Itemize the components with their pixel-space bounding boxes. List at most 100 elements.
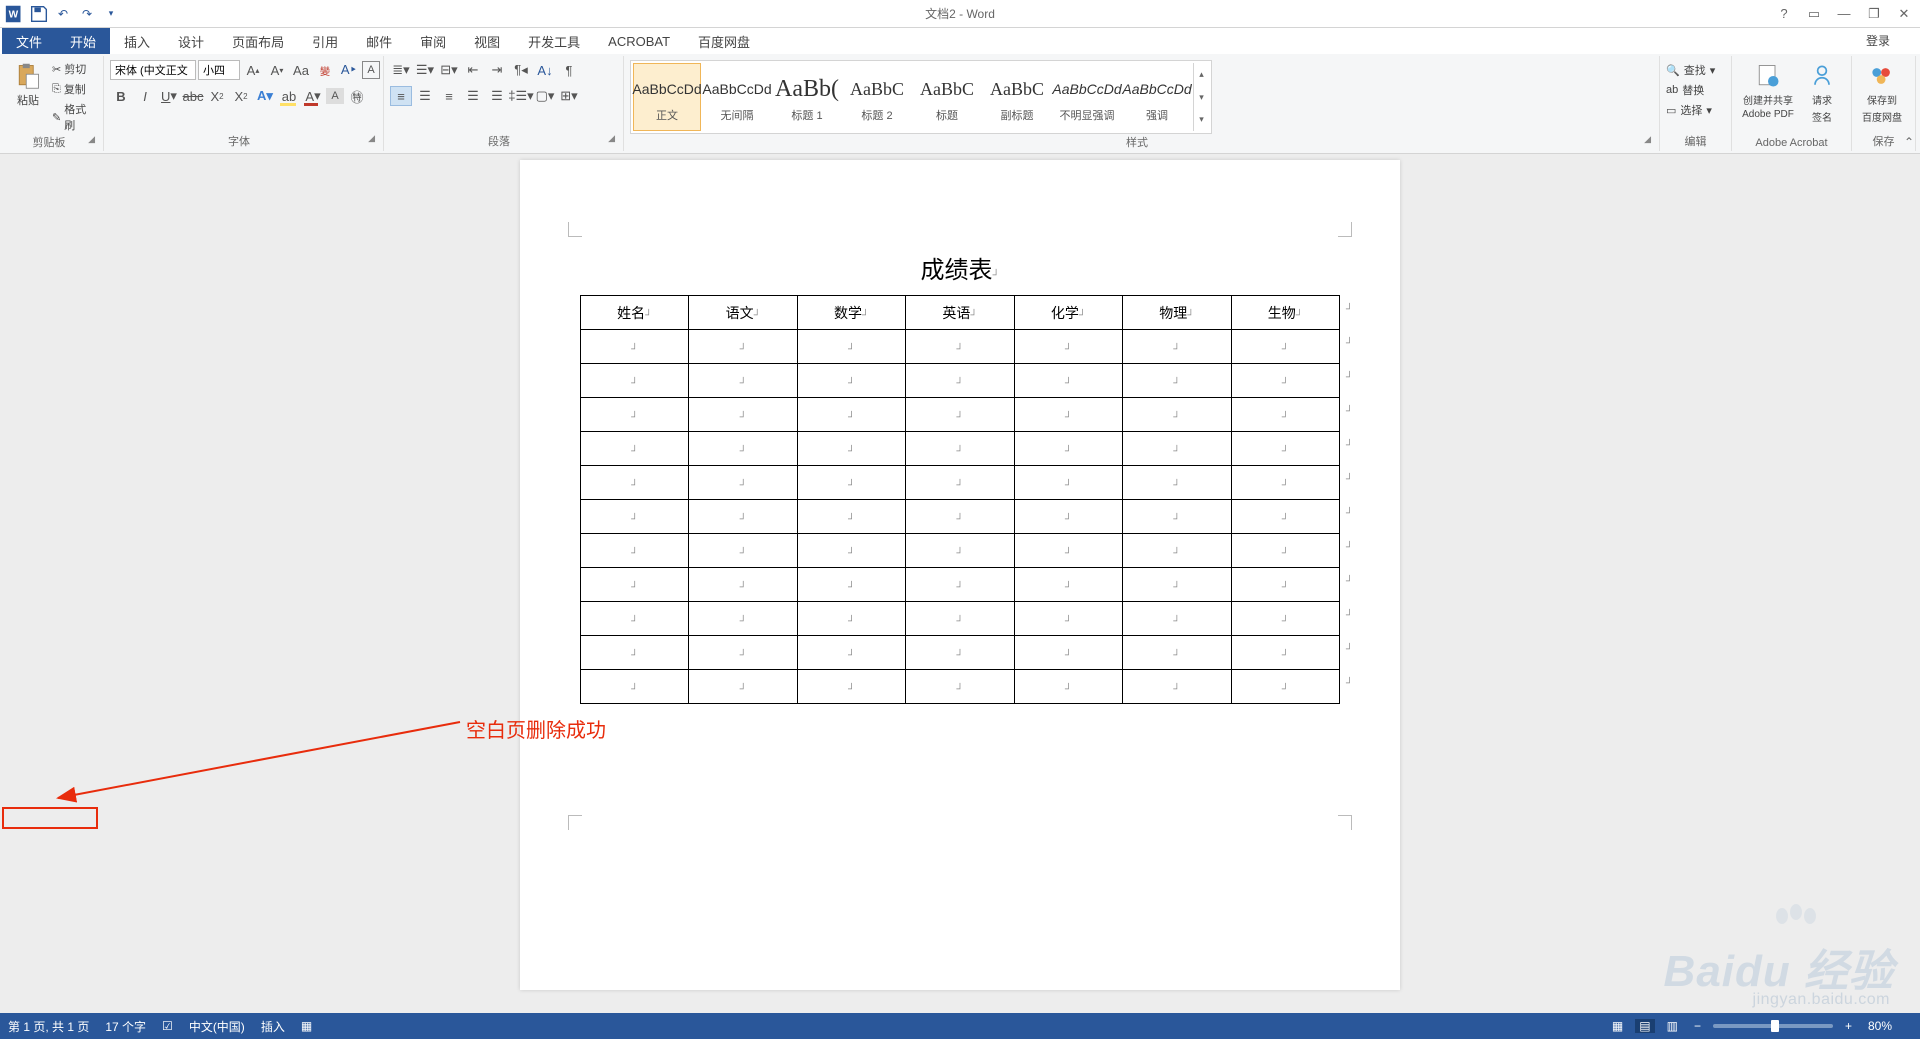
status-words[interactable]: 17 个字	[105, 1018, 146, 1035]
table-cell[interactable]: ┘┘	[1231, 398, 1339, 432]
zoom-in-icon[interactable]: +	[1841, 1019, 1856, 1033]
line-spacing-icon[interactable]: ‡☰▾	[510, 86, 532, 106]
save-icon[interactable]	[28, 3, 50, 25]
zoom-slider[interactable]	[1713, 1024, 1833, 1028]
table-cell[interactable]: ┘	[581, 568, 689, 602]
status-macro-icon[interactable]: ▦	[301, 1019, 312, 1033]
font-color-icon[interactable]: A▾	[302, 86, 324, 106]
table-cell[interactable]: ┘┘	[1231, 602, 1339, 636]
table-cell[interactable]: ┘	[581, 398, 689, 432]
table-cell[interactable]: ┘	[797, 500, 905, 534]
table-cell[interactable]: ┘	[689, 330, 797, 364]
table-cell[interactable]: ┘	[689, 398, 797, 432]
table-cell[interactable]: ┘	[689, 364, 797, 398]
table-cell[interactable]: ┘	[1014, 466, 1122, 500]
table-cell[interactable]: ┘	[581, 636, 689, 670]
table-cell[interactable]: ┘	[906, 364, 1014, 398]
style-item[interactable]: AaBbCcDd正文	[633, 63, 701, 131]
table-cell[interactable]: ┘	[581, 534, 689, 568]
align-right-icon[interactable]: ≡	[438, 86, 460, 106]
table-cell[interactable]: ┘	[906, 398, 1014, 432]
multilevel-icon[interactable]: ⊟▾	[438, 60, 460, 80]
styles-gallery[interactable]: AaBbCcDd正文AaBbCcDd无间隔AaBb(标题 1AaBbC标题 2A…	[630, 60, 1212, 134]
table-cell[interactable]: ┘	[797, 364, 905, 398]
gallery-more[interactable]: ▴▾▾	[1193, 63, 1209, 131]
view-print-icon[interactable]: ▤	[1635, 1019, 1654, 1033]
table-cell[interactable]: ┘	[797, 432, 905, 466]
shading-icon[interactable]: ▢▾	[534, 86, 556, 106]
restore-icon[interactable]: ❐	[1862, 6, 1886, 22]
table-cell[interactable]: ┘	[797, 568, 905, 602]
status-page[interactable]: 第 1 页, 共 1 页	[8, 1018, 89, 1035]
table-header[interactable]: 数学┘	[797, 296, 905, 330]
table-cell[interactable]: ┘	[1014, 670, 1122, 704]
font-size-combo[interactable]: 小四	[198, 60, 240, 80]
table-cell[interactable]: ┘┘	[1231, 670, 1339, 704]
tab-home[interactable]: 开始	[56, 28, 110, 54]
table-header[interactable]: 语文┘	[689, 296, 797, 330]
tab-mailings[interactable]: 邮件	[352, 28, 406, 54]
tab-insert[interactable]: 插入	[110, 28, 164, 54]
table-cell[interactable]: ┘	[581, 330, 689, 364]
bold-icon[interactable]: B	[110, 86, 132, 106]
table-cell[interactable]: ┘	[906, 466, 1014, 500]
table-cell[interactable]: ┘	[906, 636, 1014, 670]
zoom-out-icon[interactable]: −	[1690, 1019, 1705, 1033]
status-proof-icon[interactable]: ☑	[162, 1019, 173, 1033]
table-cell[interactable]: ┘	[689, 500, 797, 534]
style-item[interactable]: AaBbCcDd无间隔	[703, 63, 771, 131]
zoom-level[interactable]: 80%	[1864, 1019, 1896, 1033]
view-read-icon[interactable]: ▦	[1608, 1019, 1627, 1033]
replace-button[interactable]: ab替换	[1666, 82, 1715, 98]
change-case-icon[interactable]: Aa	[290, 60, 312, 80]
bullets-icon[interactable]: ≣▾	[390, 60, 412, 80]
table-cell[interactable]: ┘	[581, 602, 689, 636]
font-name-combo[interactable]: 宋体 (中文正文	[110, 60, 196, 80]
table-cell[interactable]: ┘	[1014, 636, 1122, 670]
table-cell[interactable]: ┘┘	[1231, 364, 1339, 398]
style-item[interactable]: AaBbCcDd强调	[1123, 63, 1191, 131]
table-cell[interactable]: ┘	[1014, 330, 1122, 364]
table-cell[interactable]: ┘	[689, 432, 797, 466]
table-cell[interactable]: ┘	[1014, 398, 1122, 432]
tab-developer[interactable]: 开发工具	[514, 28, 594, 54]
table-cell[interactable]: ┘	[1014, 534, 1122, 568]
table-cell[interactable]: ┘	[1123, 500, 1231, 534]
table-cell[interactable]: ┘	[797, 670, 905, 704]
table-cell[interactable]: ┘	[581, 500, 689, 534]
table-cell[interactable]: ┘	[1123, 364, 1231, 398]
table-cell[interactable]: ┘	[1123, 330, 1231, 364]
table-cell[interactable]: ┘	[1123, 602, 1231, 636]
undo-icon[interactable]: ↶	[52, 3, 74, 25]
tab-view[interactable]: 视图	[460, 28, 514, 54]
table-cell[interactable]: ┘	[797, 330, 905, 364]
redo-icon[interactable]: ↷	[76, 3, 98, 25]
table-cell[interactable]: ┘	[1123, 398, 1231, 432]
tab-baidu[interactable]: 百度网盘	[684, 28, 764, 54]
table-cell[interactable]: ┘	[1014, 602, 1122, 636]
minimize-icon[interactable]: —	[1832, 6, 1856, 21]
status-mode[interactable]: 插入	[261, 1018, 285, 1035]
login-link[interactable]: 登录	[1866, 32, 1890, 49]
dialog-launcher-icon[interactable]: ◢	[88, 134, 95, 145]
table-cell[interactable]: ┘┘	[1231, 500, 1339, 534]
grade-table[interactable]: 姓名┘语文┘数学┘英语┘化学┘物理┘生物┘┘┘┘┘┘┘┘┘┘┘┘┘┘┘┘┘┘┘┘…	[580, 295, 1340, 704]
distribute-icon[interactable]: ☰	[486, 86, 508, 106]
table-cell[interactable]: ┘	[906, 330, 1014, 364]
style-item[interactable]: AaBb(标题 1	[773, 63, 841, 131]
align-left-icon[interactable]: ≡	[390, 86, 412, 106]
highlight-icon[interactable]: ab	[278, 86, 300, 106]
request-sign-button[interactable]: 请求 签名	[1802, 60, 1842, 126]
numbering-icon[interactable]: ☰▾	[414, 60, 436, 80]
dialog-launcher-icon[interactable]: ◢	[368, 133, 375, 144]
dialog-launcher-icon[interactable]: ◢	[608, 133, 615, 144]
text-effect-icon[interactable]: A▾	[254, 86, 276, 106]
align-center-icon[interactable]: ☰	[414, 86, 436, 106]
table-cell[interactable]: ┘	[1123, 534, 1231, 568]
table-cell[interactable]: ┘	[1123, 466, 1231, 500]
table-cell[interactable]: ┘┘	[1231, 534, 1339, 568]
tab-layout[interactable]: 页面布局	[218, 28, 298, 54]
table-cell[interactable]: ┘┘	[1231, 636, 1339, 670]
tab-design[interactable]: 设计	[164, 28, 218, 54]
table-header[interactable]: 姓名┘	[581, 296, 689, 330]
